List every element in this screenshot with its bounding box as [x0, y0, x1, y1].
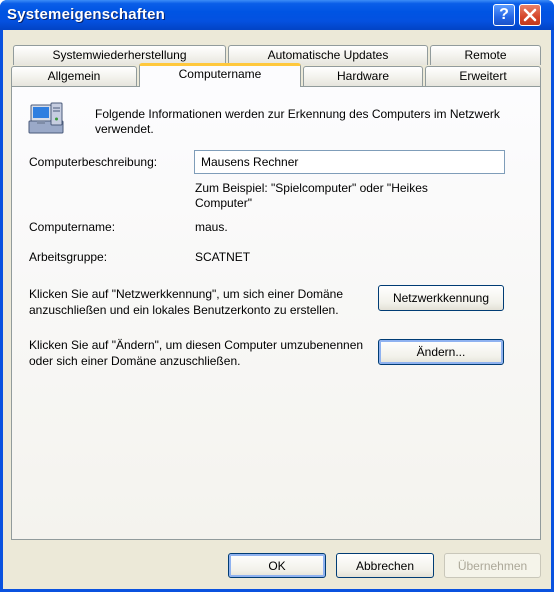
tab-allgemein[interactable]: Allgemein — [11, 66, 137, 86]
tab-computername[interactable]: Computername — [139, 63, 301, 87]
description-input[interactable] — [194, 150, 505, 174]
example-hint: Zum Beispiel: "Spielcomputer" oder "Heik… — [195, 181, 428, 210]
change-button-label: Ändern... — [416, 345, 466, 359]
tab-systemwiederherstellung[interactable]: Systemwiederherstellung — [13, 45, 226, 65]
close-button[interactable] — [519, 4, 541, 26]
computername-value: maus. — [195, 220, 228, 234]
cancel-button-label: Abbrechen — [355, 558, 415, 573]
workgroup-value: SCATNET — [195, 250, 251, 264]
title-bar[interactable]: Systemeigenschaften ? — [0, 0, 554, 30]
change-text: Klicken Sie auf "Ändern", um diesen Comp… — [29, 338, 364, 368]
network-id-text: Klicken Sie auf "Netzwerkkennung", um si… — [29, 287, 344, 317]
apply-button[interactable]: Übernehmen — [444, 553, 541, 578]
dialog-client-area: Systemwiederherstellung Automatische Upd… — [3, 30, 551, 589]
workgroup-label: Arbeitsgruppe: — [29, 250, 108, 264]
system-properties-window: Systemeigenschaften ? Systemwiederherste… — [0, 0, 554, 592]
computername-panel: Folgende Informationen werden zur Erkenn… — [11, 86, 541, 540]
cancel-button[interactable]: Abbrechen — [336, 553, 434, 578]
ok-button-label: OK — [268, 558, 286, 573]
network-id-button[interactable]: Netzwerkkennung — [378, 285, 504, 311]
window-title: Systemeigenschaften — [7, 6, 166, 23]
close-icon — [523, 8, 537, 22]
network-id-button-label: Netzwerkkennung — [392, 291, 490, 305]
apply-button-label: Übernehmen — [457, 558, 528, 573]
help-button[interactable]: ? — [493, 4, 515, 26]
change-button[interactable]: Ändern... — [378, 339, 504, 365]
description-label: Computerbeschreibung: — [29, 155, 158, 169]
computername-label: Computername: — [29, 220, 116, 234]
tab-remote[interactable]: Remote — [430, 45, 541, 65]
intro-text: Folgende Informationen werden zur Erkenn… — [95, 107, 500, 136]
tab-erweitert[interactable]: Erweitert — [425, 66, 541, 86]
computer-network-icon — [28, 102, 64, 134]
tab-automatische-updates[interactable]: Automatische Updates — [228, 45, 428, 65]
ok-button[interactable]: OK — [228, 553, 326, 578]
help-icon: ? — [499, 6, 509, 23]
tab-hardware[interactable]: Hardware — [303, 66, 423, 86]
